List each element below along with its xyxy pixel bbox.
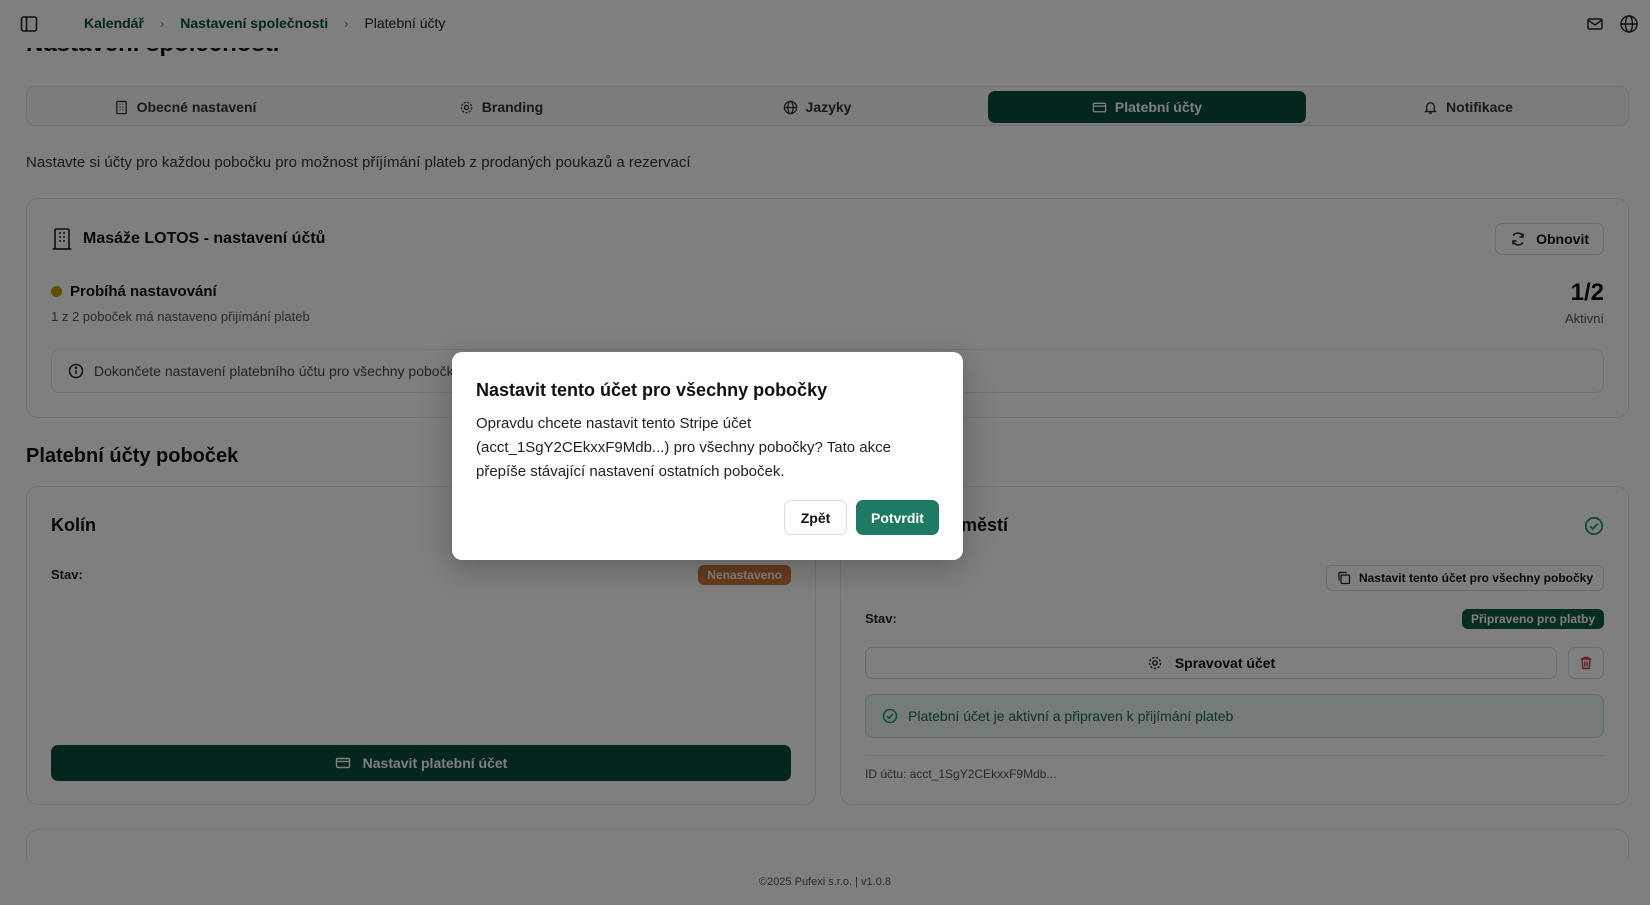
dialog-message: Opravdu chcete nastavit tento Stripe úče…	[476, 415, 891, 480]
confirm-button[interactable]: Potvrdit	[856, 500, 939, 535]
back-button[interactable]: Zpět	[784, 500, 847, 535]
confirm-dialog: Nastavit tento účet pro všechny pobočky …	[452, 352, 963, 560]
app-page: Kalendář › Nastavení společnosti › Plate…	[0, 0, 1650, 905]
dialog-title: Nastavit tento účet pro všechny pobočky	[476, 380, 828, 400]
